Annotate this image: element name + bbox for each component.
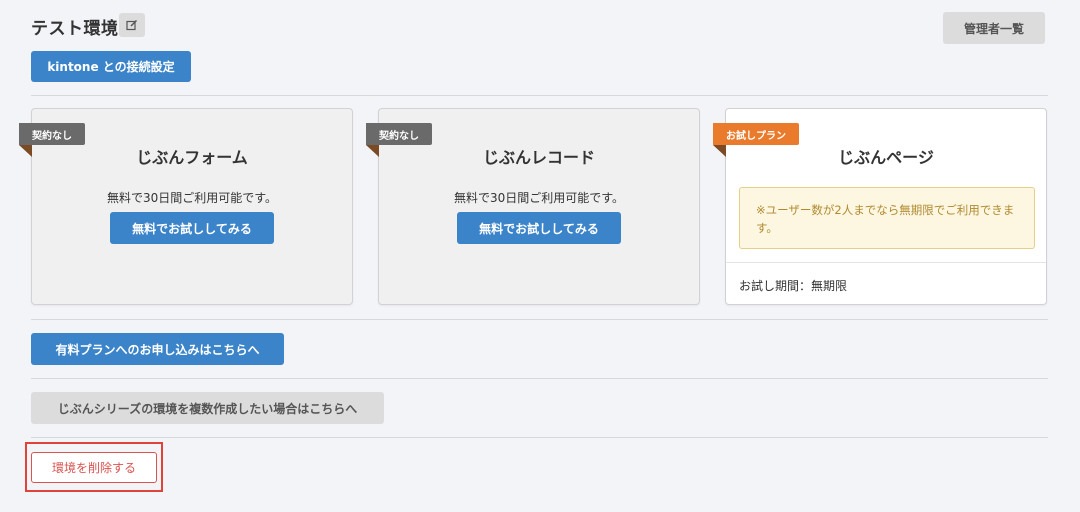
- product-card-record: 契約なし じぶんレコード 無料で30日間ご利用可能です。 無料でお試ししてみる: [366, 108, 700, 305]
- admin-list-button[interactable]: 管理者一覧: [943, 12, 1045, 44]
- divider: [31, 437, 1048, 438]
- divider: [31, 378, 1048, 379]
- plan-badge-label: お試しプラン: [726, 130, 786, 142]
- card-divider: [726, 262, 1046, 263]
- trial-period: お試し期間：無期限: [739, 279, 848, 293]
- ribbon-fold: [366, 145, 379, 157]
- edit-icon: [126, 19, 138, 31]
- status-badge-label: 契約なし: [379, 130, 419, 142]
- kintone-connection-button[interactable]: kintone との接続設定: [31, 51, 191, 82]
- free-trial-button[interactable]: 無料でお試ししてみる: [457, 212, 621, 244]
- product-name: じぶんフォーム: [136, 148, 248, 167]
- environment-settings-page: テスト環境 管理者一覧 kintone との接続設定 契約なし じぶんフォーム …: [0, 0, 1080, 512]
- free-trial-button[interactable]: 無料でお試ししてみる: [110, 212, 274, 244]
- edit-title-button[interactable]: [119, 13, 145, 37]
- status-badge: 契約なし: [366, 123, 432, 157]
- paid-plan-button[interactable]: 有料プランへのお申し込みはこちらへ: [31, 333, 284, 365]
- ribbon-fold: [19, 145, 32, 157]
- product-description: 無料で30日間ご利用可能です。: [106, 191, 278, 205]
- ribbon-fold: [713, 145, 726, 157]
- product-card-form: 契約なし じぶんフォーム 無料で30日間ご利用可能です。 無料でお試ししてみる: [19, 108, 353, 305]
- delete-environment-button[interactable]: 環境を削除する: [31, 452, 157, 483]
- product-description: 無料で30日間ご利用可能です。: [453, 191, 625, 205]
- product-name: じぶんレコード: [482, 148, 595, 167]
- usage-notice: ※ユーザー数が2人までなら無期限でご利用できます。: [739, 187, 1035, 249]
- status-badge: 契約なし: [19, 123, 85, 157]
- page-title: テスト環境: [31, 19, 119, 39]
- divider: [31, 95, 1048, 96]
- status-badge-label: 契約なし: [32, 130, 72, 142]
- plan-badge: お試しプラン: [713, 123, 799, 157]
- product-card-page: お試しプラン じぶんページ ※ユーザー数が2人までなら無期限でご利用できます。 …: [713, 108, 1047, 305]
- multi-environment-button[interactable]: じぶんシリーズの環境を複数作成したい場合はこちらへ: [31, 392, 384, 424]
- product-name: じぶんページ: [838, 148, 934, 167]
- divider: [31, 319, 1048, 320]
